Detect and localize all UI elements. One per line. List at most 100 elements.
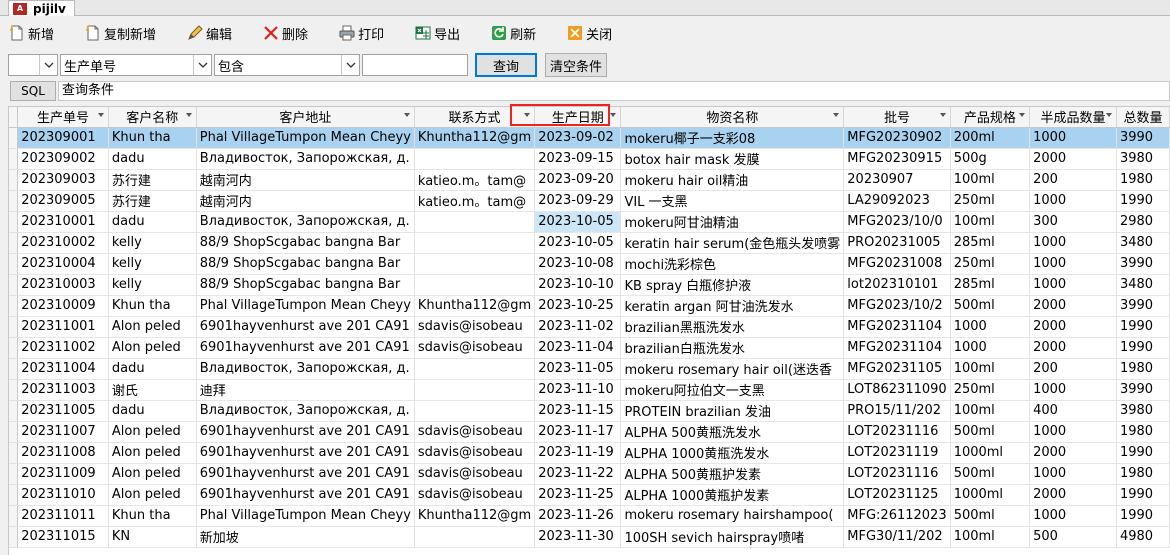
table-row[interactable]: 202311001 Alon peled 6901hayvenhurst ave 2… xyxy=(9,316,1170,338)
table-cell[interactable]: 1000 xyxy=(1029,190,1117,212)
table-cell[interactable]: keratin argan 阿甘油洗发水 xyxy=(620,295,845,317)
table-row[interactable]: 202311007 Alon peled 6901hayvenhurst ave 2… xyxy=(9,421,1170,443)
table-cell[interactable]: keratin hair serum(金色瓶头发喷雾 xyxy=(620,232,845,254)
table-cell[interactable]: 2023-11-17 xyxy=(534,421,622,443)
table-row[interactable]: 202311004 dadu Владивосток, Запорожская, д… xyxy=(9,358,1170,380)
table-cell[interactable]: LOT20231119 xyxy=(843,442,951,464)
table-cell[interactable]: 88/9 ShopScgabac bangna Bar xyxy=(196,253,415,275)
table-cell[interactable]: 500ml xyxy=(950,505,1031,527)
table-cell[interactable] xyxy=(414,148,536,170)
table-cell[interactable]: Khun tha xyxy=(108,505,197,527)
filter-dropdown-icon[interactable] xyxy=(185,113,192,117)
table-row[interactable]: 202310003 kelly 88/9 ShopScgabac bangna B… xyxy=(9,274,1170,296)
column-header[interactable]: 客户名称 xyxy=(108,107,197,128)
table-cell[interactable]: Alon peled xyxy=(108,421,197,443)
table-cell[interactable]: 6901hayvenhurst ave 201 CA91 xyxy=(196,421,415,443)
table-cell[interactable]: brazilian黑瓶洗发水 xyxy=(620,316,845,338)
table-cell[interactable]: 100SH sevich hairspray喷啫 xyxy=(620,526,845,548)
table-cell[interactable]: 2980 xyxy=(1116,211,1170,233)
table-cell[interactable]: 500ml xyxy=(950,295,1031,317)
table-row[interactable]: 202309003 苏行建 越南河内 katieo.m。tam@ 2023-09-20 m… xyxy=(9,169,1170,191)
delete-button[interactable]: 删除 xyxy=(262,20,308,46)
table-cell[interactable]: 2023-11-15 xyxy=(534,400,622,422)
table-cell[interactable]: 500ml xyxy=(950,463,1031,485)
row-selector[interactable] xyxy=(9,127,19,149)
table-cell[interactable] xyxy=(414,379,536,401)
table-cell[interactable]: 100ml xyxy=(950,358,1031,380)
export-button[interactable]: 导出 xyxy=(414,20,460,46)
table-cell[interactable]: kelly xyxy=(108,232,197,254)
table-cell[interactable]: 1990 xyxy=(1116,505,1170,527)
table-cell[interactable]: 6901hayvenhurst ave 201 CA91 xyxy=(196,484,415,506)
table-cell[interactable]: lot202310101 xyxy=(843,274,951,296)
table-cell[interactable]: 1980 xyxy=(1116,169,1170,191)
table-row[interactable]: 202309005 苏行建 越南河内 katieo.m。tam@ 2023-09-29 V… xyxy=(9,190,1170,212)
table-cell[interactable]: 6901hayvenhurst ave 201 CA91 xyxy=(196,316,415,338)
row-selector[interactable] xyxy=(9,505,19,527)
table-cell[interactable]: 500g xyxy=(950,148,1031,170)
table-cell[interactable]: ALPHA 1000黄瓶洗发水 xyxy=(620,442,845,464)
data-grid[interactable]: 生产单号 客户名称 客户地址 联系方式 生产日期 物资名称 批号 产品规格 半成品数量 总数量 2… xyxy=(8,106,1170,555)
table-cell[interactable]: 100ml xyxy=(950,526,1031,548)
row-selector[interactable] xyxy=(9,295,19,317)
table-cell[interactable]: 2023-11-30 xyxy=(534,526,622,548)
close-button[interactable]: 关闭 xyxy=(566,20,612,46)
table-cell[interactable]: dadu xyxy=(108,400,197,422)
table-cell[interactable]: 500ml xyxy=(950,421,1031,443)
table-cell[interactable]: 2023-10-05 xyxy=(534,211,622,233)
table-cell[interactable]: sdavis@isobeau xyxy=(414,316,536,338)
table-cell[interactable]: sdavis@isobeau xyxy=(414,421,536,443)
logic-select[interactable] xyxy=(8,54,58,76)
table-cell[interactable]: MFG30/11/202 xyxy=(843,526,951,548)
table-cell[interactable]: 100ml xyxy=(950,400,1031,422)
table-cell[interactable]: 2023-11-02 xyxy=(534,316,622,338)
table-cell[interactable]: 202310009 xyxy=(17,295,109,317)
table-cell[interactable]: 2023-11-22 xyxy=(534,463,622,485)
row-selector[interactable] xyxy=(9,274,19,296)
row-selector[interactable] xyxy=(9,358,19,380)
table-cell[interactable]: 100ml xyxy=(950,211,1031,233)
table-cell[interactable]: dadu xyxy=(108,211,197,233)
table-cell[interactable]: mokeru hair oil精油 xyxy=(620,169,845,191)
table-cell[interactable]: ALPHA 500黄瓶洗发水 xyxy=(620,421,845,443)
table-cell[interactable]: MFG20230902 xyxy=(843,127,951,149)
table-cell[interactable]: MFG20230915 xyxy=(843,148,951,170)
table-cell[interactable]: 2000 xyxy=(1029,148,1117,170)
table-cell[interactable]: 1000ml xyxy=(950,484,1031,506)
table-cell[interactable]: 202311002 xyxy=(17,337,109,359)
table-cell[interactable] xyxy=(414,274,536,296)
field-select[interactable]: 生产单号 xyxy=(60,54,212,76)
table-cell[interactable]: 1980 xyxy=(1116,421,1170,443)
table-cell[interactable]: Alon peled xyxy=(108,316,197,338)
table-row[interactable]: 202311005 dadu Владивосток, Запорожская, д… xyxy=(9,400,1170,422)
table-cell[interactable]: 1000 xyxy=(1029,379,1117,401)
chevron-down-icon[interactable] xyxy=(39,55,57,75)
table-cell[interactable]: Alon peled xyxy=(108,337,197,359)
table-cell[interactable]: 3990 xyxy=(1116,127,1170,149)
table-cell[interactable]: 100ml xyxy=(950,169,1031,191)
chevron-down-icon[interactable] xyxy=(341,55,359,75)
table-cell[interactable]: 285ml xyxy=(950,232,1031,254)
table-cell[interactable]: VIL 一支黑 xyxy=(620,190,845,212)
table-cell[interactable]: MFG2023/10/0 xyxy=(843,211,951,233)
row-selector[interactable] xyxy=(9,337,19,359)
table-cell[interactable]: 250ml xyxy=(950,190,1031,212)
table-row[interactable]: 202311008 Alon peled 6901hayvenhurst ave 2… xyxy=(9,442,1170,464)
table-cell[interactable]: Khun tha xyxy=(108,295,197,317)
table-cell[interactable]: 200ml xyxy=(950,127,1031,149)
table-cell[interactable]: 3990 xyxy=(1116,379,1170,401)
table-cell[interactable]: 202311003 xyxy=(17,379,109,401)
table-row[interactable]: 202311002 Alon peled 6901hayvenhurst ave 2… xyxy=(9,337,1170,359)
column-header[interactable]: 批号 xyxy=(843,107,951,128)
table-row[interactable]: 202309002 dadu Владивосток, Запорожская, д… xyxy=(9,148,1170,170)
table-cell[interactable]: MFG20231104 xyxy=(843,316,951,338)
table-cell[interactable]: 2000 xyxy=(1029,337,1117,359)
table-cell[interactable]: mokeru阿甘油精油 xyxy=(620,211,845,233)
table-cell[interactable]: 苏行建 xyxy=(108,169,197,191)
table-cell[interactable]: Phal VillageTumpon Mean Cheyy xyxy=(196,127,415,149)
table-cell[interactable]: 202310003 xyxy=(17,274,109,296)
column-header[interactable]: 生产单号 xyxy=(17,107,109,128)
table-cell[interactable]: kelly xyxy=(108,274,197,296)
row-selector[interactable] xyxy=(9,379,19,401)
filter-dropdown-icon[interactable] xyxy=(833,113,840,117)
